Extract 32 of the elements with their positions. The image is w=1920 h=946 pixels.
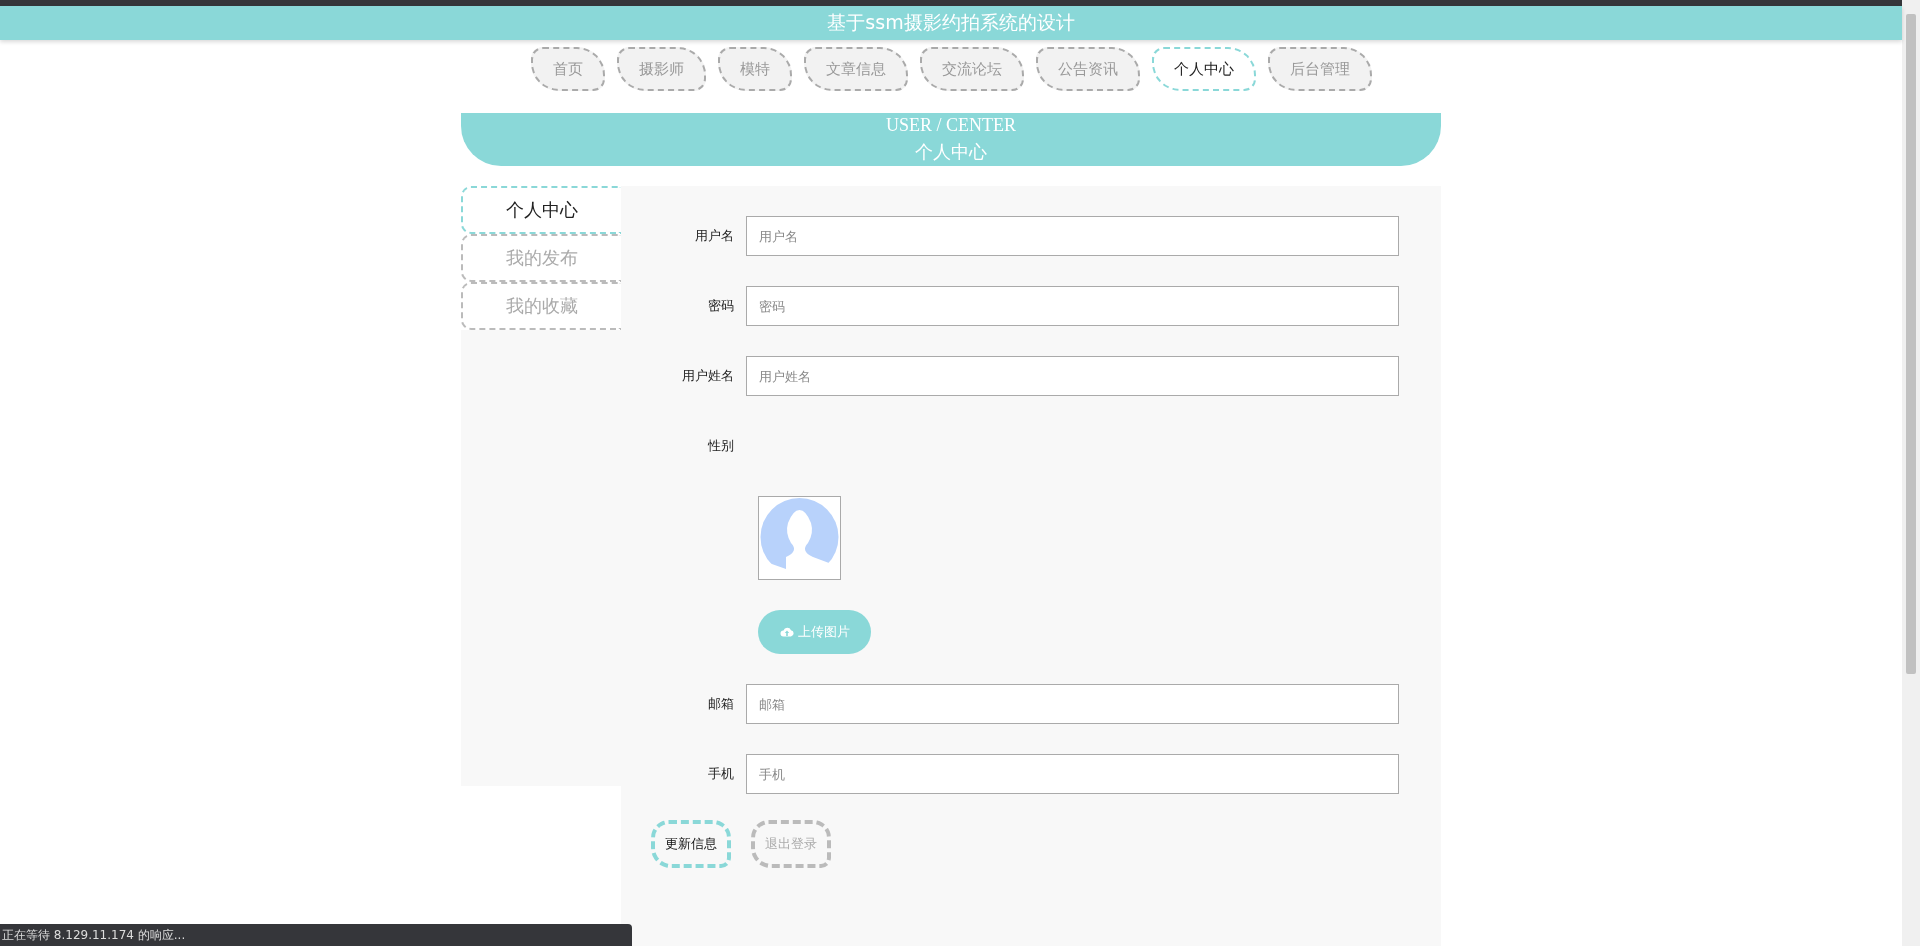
field-label: 用户名 <box>694 227 735 245</box>
field-label: 密码 <box>707 297 735 315</box>
nav-tab[interactable]: 首页 <box>530 47 605 92</box>
nav-tab[interactable]: 模特 <box>717 47 792 92</box>
upload-button[interactable]: 上传图片 <box>758 610 871 654</box>
input-field[interactable]: 手机 <box>746 754 1399 794</box>
status-bar: 正在等待 8.129.11.174 的响应... <box>0 924 632 946</box>
nav-tab[interactable]: 个人中心 <box>1151 47 1256 92</box>
input-field[interactable]: 用户名 <box>746 216 1399 256</box>
field-label: 邮箱 <box>707 695 735 713</box>
input-field[interactable]: 邮箱 <box>746 684 1399 724</box>
nav-tab[interactable]: 文章信息 <box>803 47 908 92</box>
nav-tab[interactable]: 交流论坛 <box>919 47 1024 92</box>
banner-subtitle: USER / CENTER <box>886 115 1016 137</box>
side-menu-item[interactable]: 我的收藏 <box>461 282 621 330</box>
field-label: 手机 <box>707 765 735 783</box>
input-field[interactable]: 用户姓名 <box>746 356 1399 396</box>
cloud-upload-icon <box>779 626 794 638</box>
nav-tab[interactable]: 公告资讯 <box>1035 47 1140 92</box>
form-button[interactable]: 退出登录 <box>751 820 831 868</box>
side-menu-item[interactable]: 个人中心 <box>461 186 621 234</box>
side-menu-item[interactable]: 我的发布 <box>461 234 621 282</box>
field-label: 性别 <box>707 437 735 455</box>
scrollbar-thumb[interactable] <box>1906 14 1916 674</box>
banner-title: 个人中心 <box>915 141 987 165</box>
field-label: 用户姓名 <box>681 367 735 385</box>
nav-tab[interactable]: 后台管理 <box>1267 47 1372 92</box>
scrollbar[interactable] <box>1902 0 1920 946</box>
form-button[interactable]: 更新信息 <box>651 820 731 868</box>
site-title: 基于ssm摄影约拍系统的设计 <box>827 9 1075 35</box>
nav-tab[interactable]: 摄影师 <box>616 47 706 92</box>
input-field[interactable]: 密码 <box>746 286 1399 326</box>
